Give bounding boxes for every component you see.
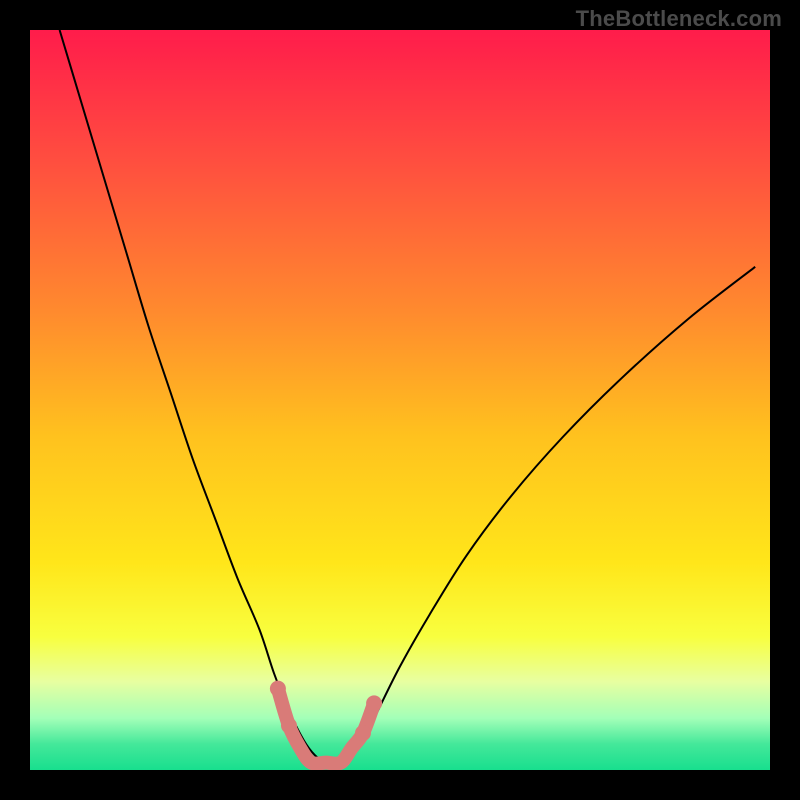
highlight-dot [270, 681, 286, 697]
curve-layer [30, 30, 770, 770]
highlight-dot [281, 718, 297, 734]
chart-frame: TheBottleneck.com [0, 0, 800, 800]
watermark-text: TheBottleneck.com [576, 6, 782, 32]
plot-area [30, 30, 770, 770]
highlight-dot [355, 725, 371, 741]
bottleneck-curve [60, 30, 756, 764]
highlight-dot [366, 695, 382, 711]
